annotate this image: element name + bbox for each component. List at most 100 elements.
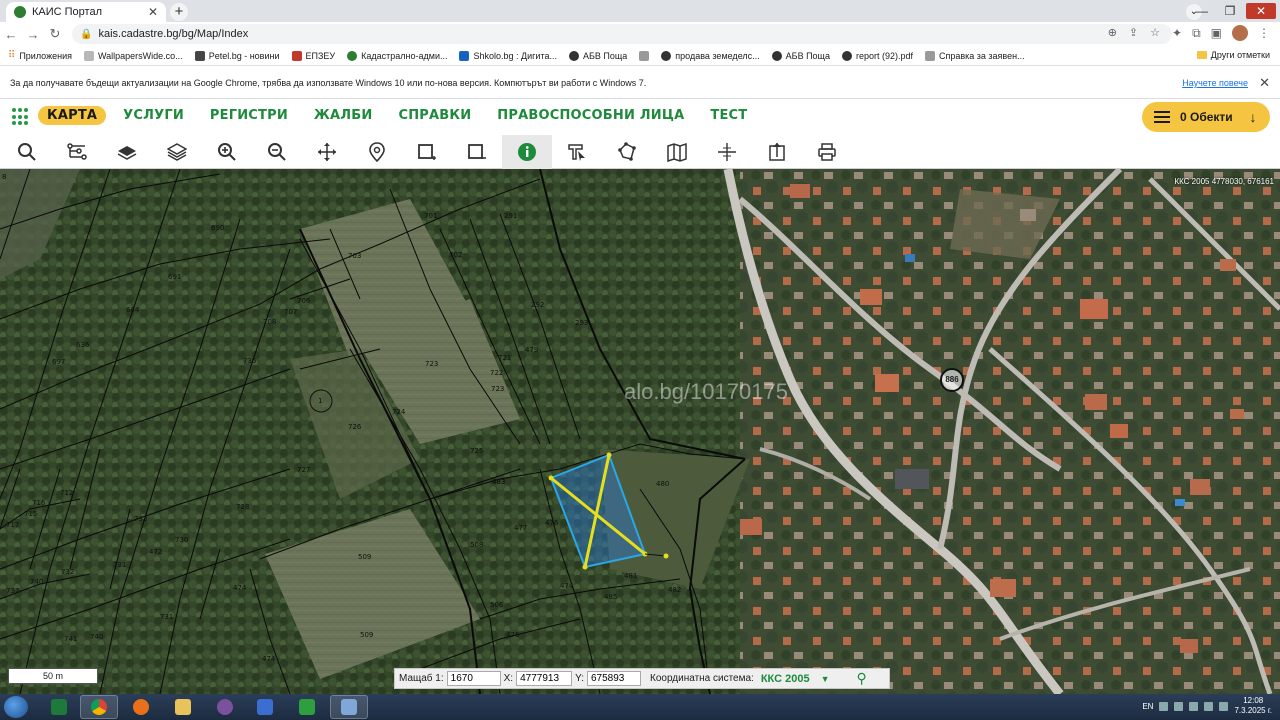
scale-input[interactable] [446, 671, 501, 686]
parcel-label: 715 [24, 510, 38, 518]
bookmark-item[interactable]: WallpapersWide.co... [83, 50, 183, 61]
clock[interactable]: 12:08 7.3.2025 г. [1234, 696, 1272, 716]
bookmark-star-icon[interactable]: ☆ [1150, 26, 1160, 39]
select-object-tool[interactable] [552, 135, 602, 169]
tray-icon[interactable] [1189, 701, 1199, 711]
taskbar-firefox[interactable] [122, 695, 160, 719]
extensions-puzzle-icon[interactable]: ⧉ [1192, 26, 1201, 41]
draw-polygon-tool[interactable] [602, 135, 652, 169]
nav-services[interactable]: УСЛУГИ [114, 106, 193, 125]
base-layer-tool[interactable] [102, 135, 152, 169]
window-close-icon[interactable]: ✕ [1246, 3, 1276, 19]
volume-icon[interactable] [1219, 701, 1229, 711]
chrome-icon [91, 699, 107, 715]
nav-licensed-persons[interactable]: ПРАВОСПОСОБНИ ЛИЦА [488, 106, 693, 125]
parcel-label: 474 [233, 584, 247, 592]
reload-icon[interactable]: ↻ [44, 26, 66, 42]
nav-test[interactable]: ТЕСТ [701, 106, 756, 125]
add-rectangle-icon [418, 144, 436, 160]
bookmark-item[interactable]: АБВ Поща [771, 50, 830, 61]
zoom-icon[interactable]: ⊕ [1108, 26, 1117, 39]
pan-tool[interactable] [302, 135, 352, 169]
taskbar-viber[interactable] [206, 695, 244, 719]
extension-icon[interactable]: ✦ [1172, 26, 1182, 40]
learn-more-link[interactable]: Научете повече [1182, 78, 1248, 88]
aerial-map[interactable] [0, 169, 1280, 694]
taskbar-excel[interactable] [40, 695, 78, 719]
browser-toolbar: ← → ↻ 🔒 kais.cadastre.bg/bg/Map/Index ⊕ … [0, 22, 1280, 46]
bookmark-apps[interactable]: ⠿ Приложения [8, 50, 72, 61]
taskbar-explorer[interactable] [164, 695, 202, 719]
main-menu: КАРТА УСЛУГИ РЕГИСТРИ ЖАЛБИ СПРАВКИ ПРАВ… [38, 106, 764, 125]
remove-rectangle-tool[interactable] [452, 135, 502, 169]
tray-icon[interactable] [1174, 701, 1184, 711]
crs-dropdown-icon[interactable]: ▼ [821, 674, 830, 684]
nav-reports[interactable]: СПРАВКИ [389, 106, 480, 125]
back-icon[interactable]: ← [0, 27, 22, 42]
apps-grid-icon[interactable] [12, 108, 30, 126]
tray-icon[interactable] [1159, 701, 1169, 711]
objects-button[interactable]: 0 Обекти ↓ [1142, 102, 1270, 132]
window-controls: — ❐ ✕ [1190, 0, 1280, 22]
parcel-label: 721 [498, 354, 512, 362]
share-icon[interactable]: ⇪ [1129, 26, 1138, 39]
network-icon[interactable] [1204, 701, 1214, 711]
map-view[interactable]: 8 701 291 690 702 703 691 684 706 707 70… [0, 169, 1280, 694]
chrome-menu-icon[interactable]: ⋮ [1258, 26, 1270, 40]
bookmark-item[interactable]: Справка за заявен... [924, 50, 1025, 61]
bookmark-item[interactable]: ЕПЗЕУ [291, 50, 335, 61]
zoom-in-tool[interactable] [202, 135, 252, 169]
location-tool[interactable] [352, 135, 402, 169]
taskbar-app[interactable] [330, 695, 368, 719]
bookmark-item[interactable]: Shkolo.bg : Дигита... [459, 50, 557, 61]
nav-map[interactable]: КАРТА [38, 106, 107, 125]
export-tool[interactable] [752, 135, 802, 169]
nav-registers[interactable]: РЕГИСТРИ [201, 106, 297, 125]
measure-tool[interactable] [702, 135, 752, 169]
new-tab-icon[interactable]: + [170, 3, 188, 21]
objects-count: 0 Обекти [1180, 110, 1233, 124]
parcel-label: 731 [113, 561, 127, 569]
bookmark-item[interactable]: Кадастрално-адми... [347, 50, 447, 61]
search-tool[interactable] [2, 135, 52, 169]
other-bookmarks[interactable]: Други отметки [1196, 50, 1270, 60]
printer-icon [818, 143, 836, 161]
coordinate-search-icon[interactable]: ⚲ [857, 670, 867, 687]
forward-icon[interactable]: → [22, 27, 44, 42]
bookmark-item[interactable] [639, 50, 650, 61]
bookmark-item[interactable]: АБВ Поща [568, 50, 627, 61]
info-tool[interactable] [502, 135, 552, 169]
lock-icon[interactable]: 🔒 [80, 29, 92, 40]
infobar-close-icon[interactable]: ✕ [1259, 75, 1270, 91]
taskbar-chrome[interactable] [80, 695, 118, 719]
excel-icon [51, 699, 67, 715]
minimize-icon[interactable]: — [1190, 4, 1214, 18]
profile-avatar[interactable] [1232, 25, 1248, 41]
print-tool[interactable] [802, 135, 852, 169]
language-indicator[interactable]: EN [1142, 702, 1153, 711]
x-coordinate-input[interactable] [516, 671, 573, 686]
y-coordinate-input[interactable] [587, 671, 641, 686]
zoom-out-tool[interactable] [252, 135, 302, 169]
start-button-icon[interactable] [4, 696, 28, 718]
polygon-icon [618, 142, 636, 161]
bookmark-item[interactable]: продава земеделс... [661, 50, 760, 61]
taskbar-app[interactable] [288, 695, 326, 719]
maximize-icon[interactable]: ❐ [1218, 4, 1242, 18]
parcel-label: 480 [656, 480, 670, 488]
portal-nav: КАРТА УСЛУГИ РЕГИСТРИ ЖАЛБИ СПРАВКИ ПРАВ… [0, 99, 1280, 135]
layer-tree-tool[interactable] [52, 135, 102, 169]
bookmark-item[interactable]: report (92).pdf [841, 50, 913, 61]
browser-tab[interactable]: КАИС Портал ✕ [6, 2, 166, 22]
map-pin-icon [369, 142, 385, 162]
bookmark-item[interactable]: Petel.bg - новини [194, 50, 280, 61]
taskbar-app[interactable] [246, 695, 284, 719]
crs-select[interactable]: ККС 2005 [761, 673, 810, 685]
close-tab-icon[interactable]: ✕ [148, 5, 158, 19]
side-panel-icon[interactable]: ▣ [1211, 26, 1222, 40]
layers-tool[interactable] [152, 135, 202, 169]
map-sheets-tool[interactable] [652, 135, 702, 169]
draw-rectangle-tool[interactable] [402, 135, 452, 169]
nav-complaints[interactable]: ЖАЛБИ [305, 106, 382, 125]
address-bar[interactable]: 🔒 kais.cadastre.bg/bg/Map/Index [72, 24, 1172, 44]
